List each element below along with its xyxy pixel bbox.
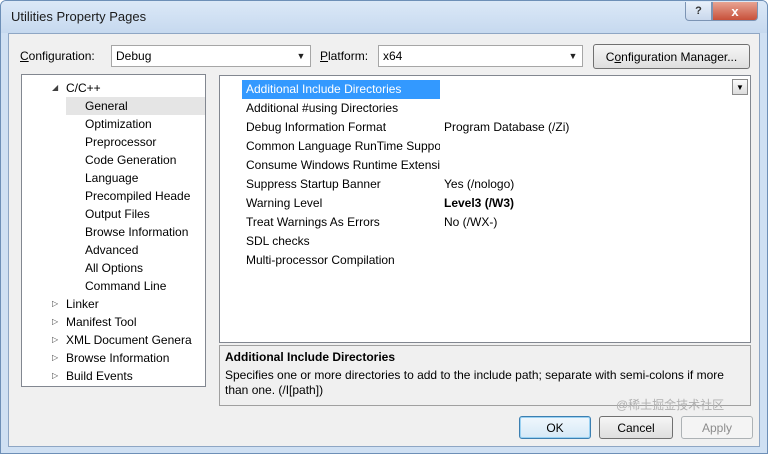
property-row[interactable]: Consume Windows Runtime Extensic <box>220 156 750 175</box>
property-row[interactable]: Warning Level Level3 (/W3) <box>220 194 750 213</box>
tree-item-label: All Options <box>85 261 144 275</box>
platform-label: Platform: <box>320 49 369 63</box>
cancel-button[interactable]: Cancel <box>599 416 673 439</box>
property-value[interactable] <box>444 232 734 251</box>
property-name: Multi-processor Compilation <box>246 253 395 267</box>
tree-item-label: Precompiled Heade <box>85 189 191 203</box>
chevron-down-icon: ▼ <box>296 51 306 61</box>
property-grid[interactable]: ▼ Additional Include Directories Addition… <box>219 75 751 343</box>
property-row[interactable]: SDL checks <box>220 232 750 251</box>
property-row[interactable]: Multi-processor Compilation <box>220 251 750 270</box>
collapse-arrow-icon[interactable]: ◢ <box>52 79 62 97</box>
property-value[interactable] <box>444 99 734 118</box>
description-text: Specifies one or more directories to add… <box>225 368 724 397</box>
property-name: SDL checks <box>246 234 310 248</box>
tree-item[interactable]: All Options <box>85 259 205 277</box>
tree-item[interactable]: Build Events <box>66 367 205 385</box>
property-pages-window: Utilities Property Pages ? x Configurati… <box>0 0 768 454</box>
tree-item-label: Advanced <box>85 243 139 257</box>
tree-item[interactable]: Code Generation <box>85 151 205 169</box>
tree-item[interactable]: Linker <box>66 295 205 313</box>
chevron-down-icon: ▼ <box>568 51 578 61</box>
tree-item[interactable]: Output Files <box>85 205 205 223</box>
apply-button[interactable]: Apply <box>681 416 753 439</box>
description-title: Additional Include Directories <box>225 350 396 364</box>
configuration-label: Configuration: <box>20 49 95 63</box>
tree-item-label: Browse Information <box>85 225 189 239</box>
tree-item-label: Command Line <box>85 279 167 293</box>
tree-item[interactable]: XML Document Genera <box>66 331 205 349</box>
expand-arrow-icon[interactable]: ▷ <box>52 331 62 349</box>
close-button[interactable]: x <box>712 2 758 21</box>
property-row[interactable]: Common Language RunTime Suppo <box>220 137 750 156</box>
property-row[interactable]: Debug Information Format Program Database… <box>220 118 750 137</box>
tree-item[interactable]: Precompiled Heade <box>85 187 205 205</box>
tree-item[interactable]: Browse Information <box>85 223 205 241</box>
tree-item-label: Code Generation <box>85 153 177 167</box>
tree-item-label: Optimization <box>85 117 152 131</box>
tree-item[interactable]: Browse Information <box>66 349 205 367</box>
property-name: Warning Level <box>246 196 323 210</box>
platform-select[interactable]: x64 ▼ <box>378 45 583 67</box>
tree-item[interactable]: General <box>66 97 205 115</box>
watermark: @稀土掘金技术社区 <box>616 398 725 412</box>
tree-item[interactable]: Manifest Tool <box>66 313 205 331</box>
configuration-value: Debug <box>116 49 152 63</box>
tree-item[interactable]: Command Line <box>85 277 205 295</box>
help-button[interactable]: ? <box>685 2 712 21</box>
property-value[interactable] <box>444 251 734 270</box>
property-value[interactable] <box>444 80 734 99</box>
property-name: Additional Include Directories <box>242 80 440 99</box>
platform-value: x64 <box>383 49 403 63</box>
tree-item-label: Browse Information <box>66 351 170 365</box>
property-name: Consume Windows Runtime Extensic <box>246 158 440 172</box>
property-row[interactable]: Additional Include Directories <box>220 80 750 99</box>
property-category-tree[interactable]: ▲ ▼ C/C++◢GeneralOptimizationPreprocesso… <box>21 74 206 387</box>
tree-item-label: C/C++ <box>66 81 101 95</box>
dialog-client-area: Configuration: Debug ▼ Platform: x64 ▼ C… <box>8 33 760 447</box>
ok-button[interactable]: OK <box>519 416 591 439</box>
tree-item-label: Preprocessor <box>85 135 157 149</box>
property-row[interactable]: Treat Warnings As Errors No (/WX-) <box>220 213 750 232</box>
tree-item[interactable]: C/C++ <box>66 79 205 97</box>
tree-item[interactable]: Language <box>85 169 205 187</box>
property-value[interactable] <box>444 137 734 156</box>
tree-item-label: Output Files <box>85 207 150 221</box>
property-row[interactable]: Suppress Startup Banner Yes (/nologo) <box>220 175 750 194</box>
configuration-select[interactable]: Debug ▼ <box>111 45 311 67</box>
tree-item[interactable]: Advanced <box>85 241 205 259</box>
property-value[interactable]: Yes (/nologo) <box>444 175 734 194</box>
tree-item[interactable]: Optimization <box>85 115 205 133</box>
expand-arrow-icon[interactable]: ▷ <box>52 367 62 385</box>
tree-item-label: Build Events <box>66 369 133 383</box>
property-name: Suppress Startup Banner <box>246 177 381 191</box>
tree-item-label: Language <box>85 171 139 185</box>
expand-arrow-icon[interactable]: ▷ <box>52 349 62 367</box>
window-title: Utilities Property Pages <box>11 9 147 24</box>
configuration-manager-button[interactable]: Co nfiguration Manager... <box>593 44 750 69</box>
tree-item-label: Manifest Tool <box>66 315 137 329</box>
property-value[interactable]: Program Database (/Zi) <box>444 118 734 137</box>
tree-item-label: XML Document Genera <box>66 333 192 347</box>
property-row[interactable]: Additional #using Directories <box>220 99 750 118</box>
expand-arrow-icon[interactable]: ▷ <box>52 313 62 331</box>
property-value[interactable] <box>444 156 734 175</box>
property-name: Common Language RunTime Suppo <box>246 139 440 153</box>
expand-arrow-icon[interactable]: ▷ <box>52 295 62 313</box>
tree-item[interactable]: Preprocessor <box>85 133 205 151</box>
property-name: Additional #using Directories <box>246 101 399 115</box>
title-bar: Utilities Property Pages ? x <box>1 1 767 33</box>
property-name: Treat Warnings As Errors <box>246 215 380 229</box>
tree-item-label: Linker <box>66 297 99 311</box>
tree-item-label: General <box>85 99 128 113</box>
property-value[interactable]: No (/WX-) <box>444 213 734 232</box>
property-value[interactable]: Level3 (/W3) <box>444 194 734 213</box>
property-name: Debug Information Format <box>246 120 387 134</box>
